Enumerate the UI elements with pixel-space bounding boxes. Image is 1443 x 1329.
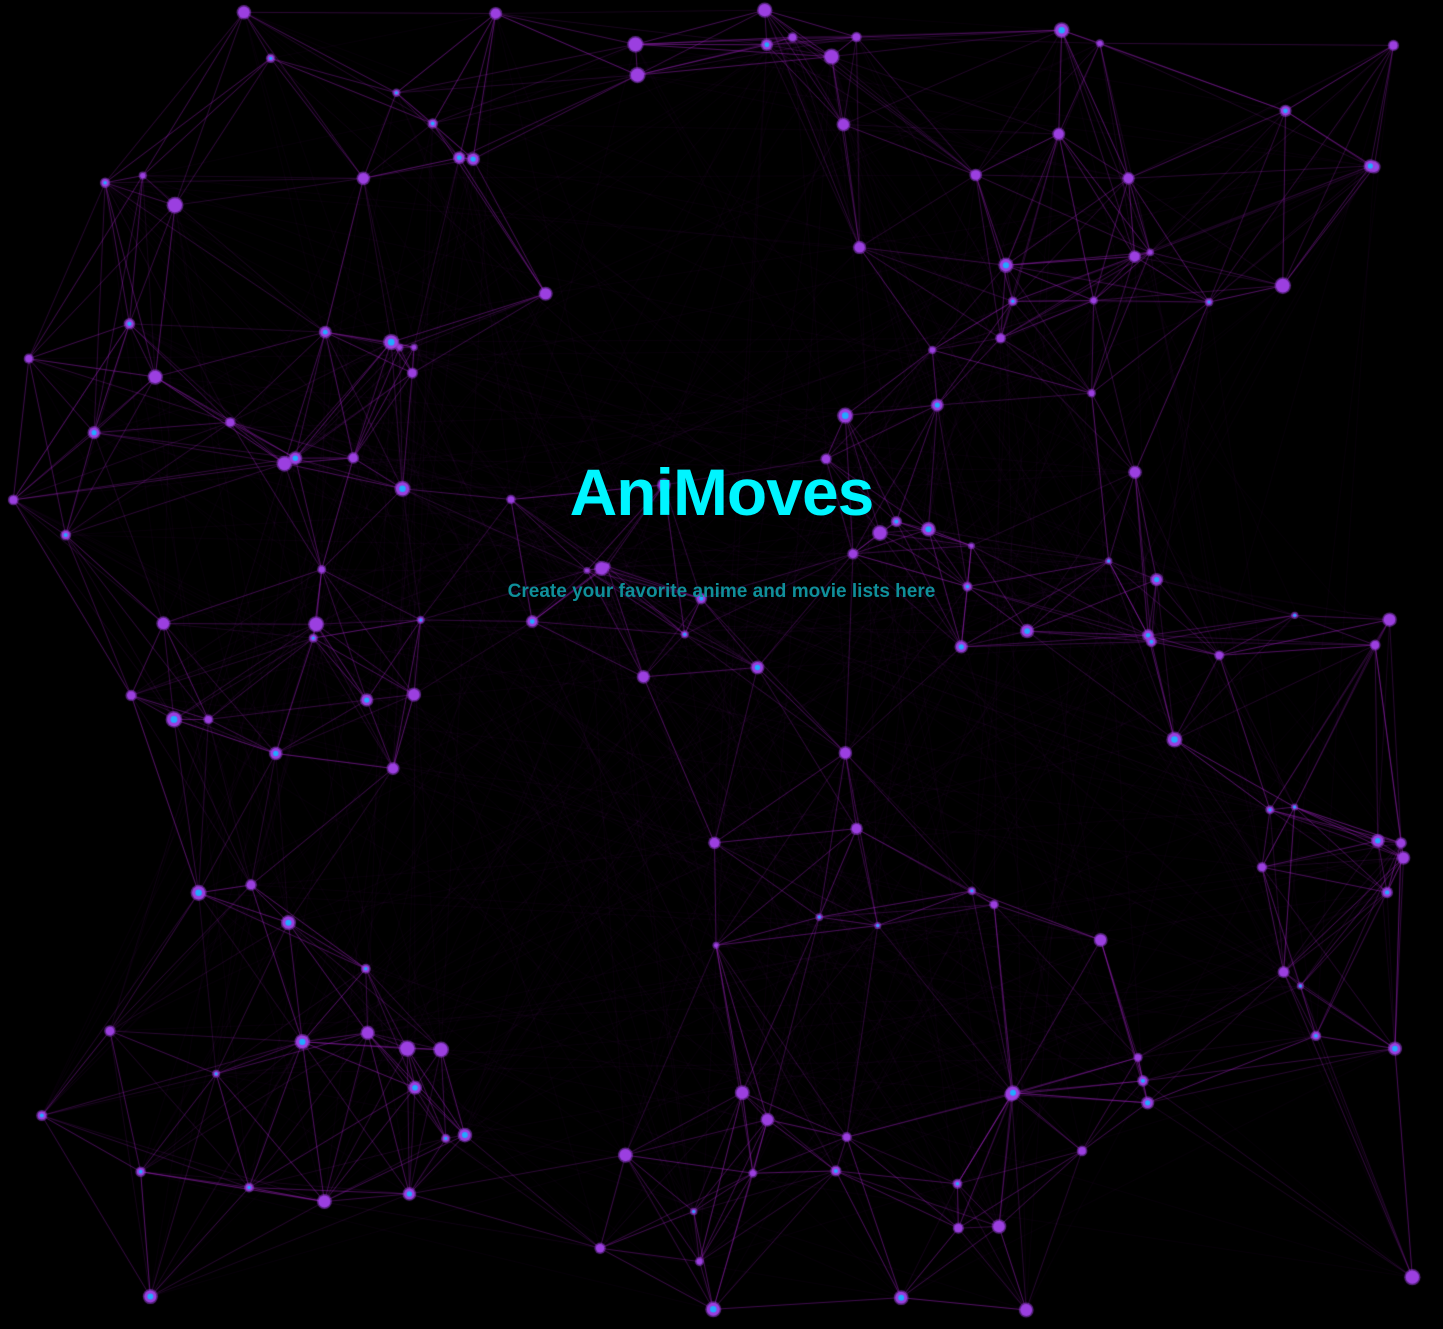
hero-stage: AniMoves Create your favorite anime and … bbox=[0, 0, 1443, 1329]
particle-network-background bbox=[0, 0, 1443, 1329]
